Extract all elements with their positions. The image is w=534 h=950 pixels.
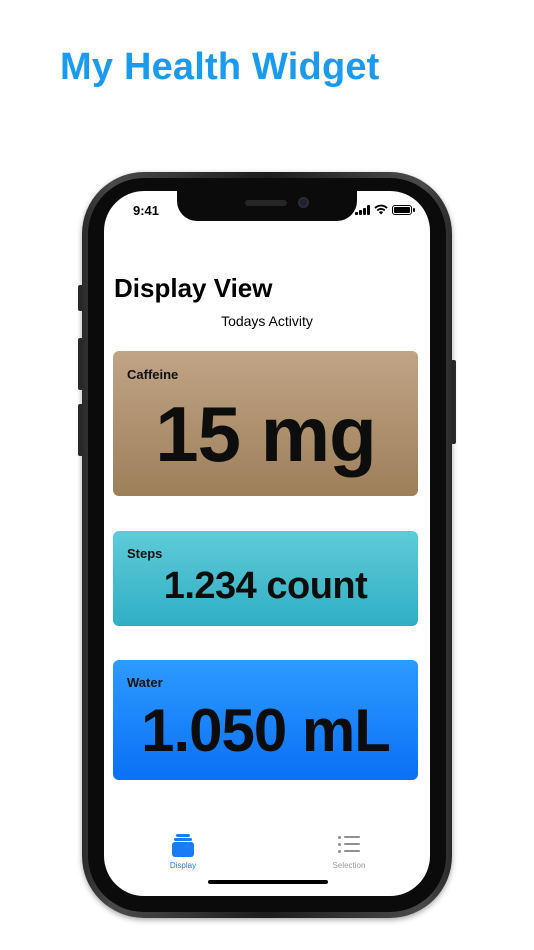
tab-display[interactable]: Display <box>133 831 233 870</box>
status-time: 9:41 <box>133 203 160 218</box>
phone-screen: 9:41 Display View Todays Activity Caffei… <box>104 191 430 896</box>
page-title: Display View <box>114 273 273 303</box>
cellular-signal-icon <box>355 204 370 215</box>
notch <box>177 191 357 221</box>
steps-card[interactable]: Steps 1.234 count <box>113 531 418 626</box>
caffeine-value: 15 mg <box>155 390 376 478</box>
caffeine-card[interactable]: Caffeine 15 mg <box>113 351 418 496</box>
status-icons <box>355 204 415 215</box>
tab-display-label: Display <box>169 861 197 870</box>
water-value: 1.050 mL <box>141 697 391 764</box>
page-subtitle: Todays Activity <box>221 313 313 329</box>
tab-bar: Display Selection <box>104 831 430 879</box>
promo-title: My Health Widget <box>60 46 380 88</box>
tab-selection-label: Selection <box>332 861 366 870</box>
tab-selection[interactable]: Selection <box>299 831 399 870</box>
battery-icon <box>392 204 415 215</box>
steps-label: Steps <box>127 546 163 561</box>
caffeine-label: Caffeine <box>127 367 179 382</box>
wifi-icon <box>374 204 388 215</box>
steps-value: 1.234 count <box>163 565 368 607</box>
stack-icon <box>172 831 194 857</box>
home-indicator <box>208 880 328 884</box>
speaker-grille <box>245 200 287 206</box>
water-label: Water <box>127 675 163 690</box>
list-icon <box>338 831 360 857</box>
water-card[interactable]: Water 1.050 mL <box>113 660 418 780</box>
camera-icon <box>298 197 309 208</box>
